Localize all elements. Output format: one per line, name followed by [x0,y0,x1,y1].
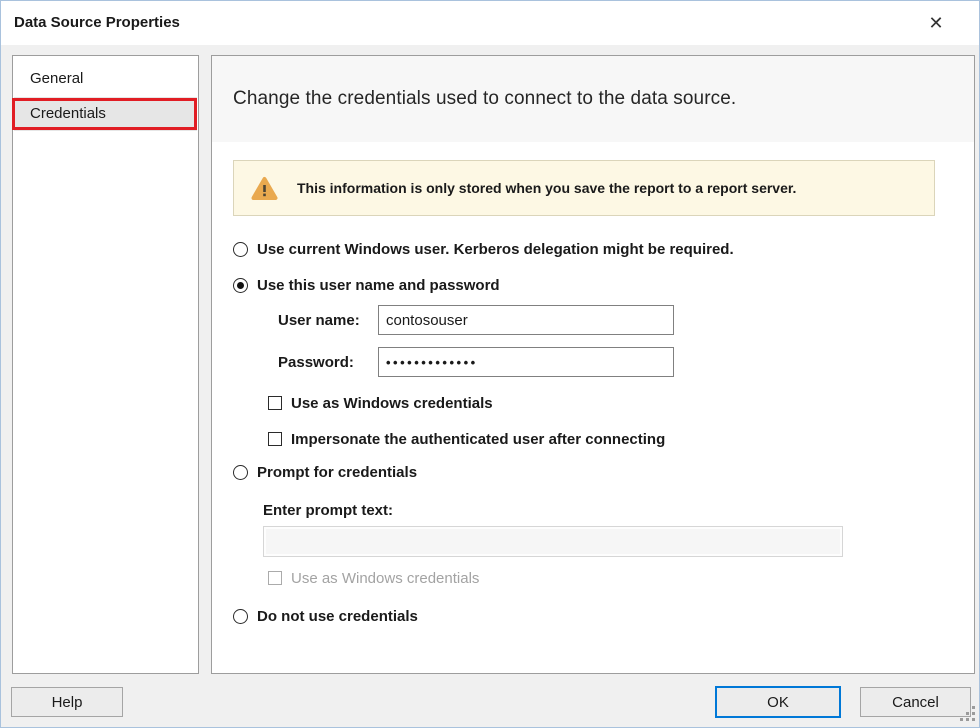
close-button[interactable]: ✕ [913,1,959,45]
password-row: Password: [278,347,354,377]
radio-label: Use this user name and password [257,277,500,294]
resize-grip-icon[interactable] [960,706,976,722]
radio-no-credentials[interactable]: Do not use credentials [233,604,418,628]
cancel-button[interactable]: Cancel [860,687,971,717]
checkbox-label: Impersonate the authenticated user after… [291,431,665,448]
radio-selected-icon [233,278,248,293]
checkbox-label: Use as Windows credentials [291,570,479,587]
checkbox-icon [268,432,282,446]
checkbox-windows-credentials-disabled[interactable]: Use as Windows credentials [268,566,479,590]
sidebar-item-credentials[interactable]: Credentials [14,97,197,131]
prompt-text-row: Enter prompt text: [263,498,393,522]
checkbox-icon [268,571,282,585]
checkbox-label: Use as Windows credentials [291,395,493,412]
checkbox-icon [268,396,282,410]
warning-text: This information is only stored when you… [297,180,796,196]
page-title: Change the credentials used to connect t… [233,88,736,110]
dialog-title: Data Source Properties [14,1,180,45]
warning-icon [251,176,278,201]
radio-label: Prompt for credentials [257,464,417,481]
username-row: User name: [278,305,360,335]
username-input[interactable] [378,305,674,335]
password-label: Password: [278,354,354,371]
ok-button[interactable]: OK [715,686,841,718]
prompt-text-input[interactable] [263,526,843,557]
radio-username-password[interactable]: Use this user name and password [233,273,500,297]
checkbox-impersonate[interactable]: Impersonate the authenticated user after… [268,427,665,451]
close-icon: ✕ [928,13,943,33]
prompt-text-label: Enter prompt text: [263,502,393,519]
radio-label: Use current Windows user. Kerberos deleg… [257,241,734,258]
username-label: User name: [278,312,360,329]
help-button[interactable]: Help [11,687,123,717]
password-input[interactable] [378,347,674,377]
sidebar-item-general[interactable]: General [14,62,197,96]
radio-icon [233,242,248,257]
sidebar-nav: General Credentials [12,55,199,674]
radio-current-windows-user[interactable]: Use current Windows user. Kerberos deleg… [233,237,734,261]
radio-icon [233,609,248,624]
main-panel: Change the credentials used to connect t… [211,55,975,674]
heading-strip: Change the credentials used to connect t… [212,56,974,142]
radio-label: Do not use credentials [257,608,418,625]
title-bar: Data Source Properties ✕ [1,1,979,45]
radio-icon [233,465,248,480]
radio-prompt-for-credentials[interactable]: Prompt for credentials [233,460,417,484]
checkbox-windows-credentials[interactable]: Use as Windows credentials [268,391,493,415]
data-source-properties-dialog: Data Source Properties ✕ General Credent… [0,0,980,728]
warning-banner: This information is only stored when you… [233,160,935,216]
